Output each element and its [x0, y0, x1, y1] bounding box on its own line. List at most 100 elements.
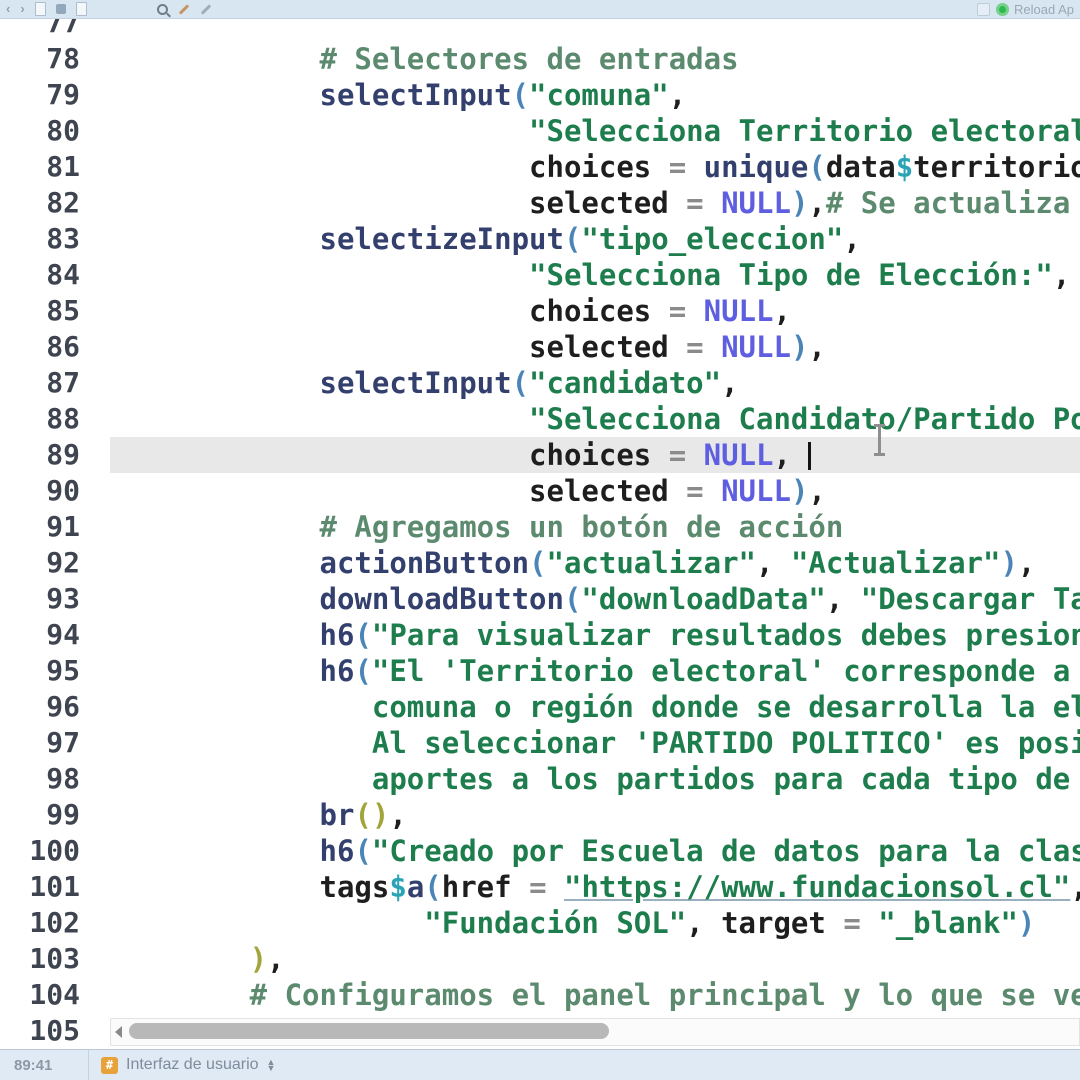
text-caret [808, 442, 811, 470]
code-line-text[interactable]: h6("Para visualizar resultados debes pre… [110, 617, 1080, 653]
code-line-text[interactable]: comuna o región donde se desarrolla la e… [110, 689, 1080, 725]
code-line-text[interactable]: br(), [110, 797, 1080, 833]
reload-app-label: Reload Ap [1014, 2, 1074, 17]
code-line-text[interactable]: choices = NULL, [110, 437, 1080, 473]
line-number: 98 [0, 761, 110, 797]
code-line[interactable]: 104 # Configuramos el panel principal y … [0, 977, 1080, 1013]
code-line-text[interactable]: # Agregamos un botón de acción [110, 509, 1080, 545]
code-line[interactable]: 87 selectInput("candidato", [0, 365, 1080, 401]
code-line-text[interactable]: selected = NULL), [110, 473, 1080, 509]
line-number: 91 [0, 509, 110, 545]
code-line-text[interactable]: selected = NULL),# Se actualiza [110, 185, 1080, 221]
line-number: 80 [0, 113, 110, 149]
code-line[interactable]: 96 comuna o región donde se desarrolla l… [0, 689, 1080, 725]
line-number: 87 [0, 365, 110, 401]
editor-statusbar: 89:41 # Interfaz de usuario ▲▼ [0, 1049, 1080, 1080]
code-line[interactable]: 78 # Selectores de entradas [0, 41, 1080, 77]
code-line[interactable]: 83 selectizeInput("tipo_eleccion", [0, 221, 1080, 257]
code-line[interactable]: 102 "Fundación SOL", target = "_blank") [0, 905, 1080, 941]
line-number: 94 [0, 617, 110, 653]
code-line[interactable]: 88 "Selecciona Candidato/Partido Polític… [0, 401, 1080, 437]
code-line-text[interactable]: selectInput("candidato", [110, 365, 1080, 401]
code-line[interactable]: 86 selected = NULL), [0, 329, 1080, 365]
section-updown-icon: ▲▼ [267, 1059, 276, 1071]
section-icon: # [101, 1057, 118, 1074]
line-number: 102 [0, 905, 110, 941]
line-number: 86 [0, 329, 110, 365]
code-line-text[interactable]: downloadButton("downloadData", "Descarga… [110, 581, 1080, 617]
code-line-text[interactable]: Al seleccionar 'PARTIDO POLITICO' es pos… [110, 725, 1080, 761]
code-line[interactable]: 101 tags$a(href = "https://www.fundacion… [0, 869, 1080, 905]
code-line-text[interactable]: "Selecciona Territorio electoral:", [110, 113, 1080, 149]
code-line-text[interactable]: # Configuramos el panel principal y lo q… [110, 977, 1080, 1013]
code-line[interactable]: 82 selected = NULL),# Se actualiza [0, 185, 1080, 221]
code-lines[interactable]: 7778 # Selectores de entradas79 selectIn… [0, 5, 1080, 1049]
code-line-text[interactable]: h6("El 'Territorio electoral' correspond… [110, 653, 1080, 689]
line-number: 79 [0, 77, 110, 113]
code-line-text[interactable]: h6("Creado por Escuela de datos para la … [110, 833, 1080, 869]
code-line-text[interactable]: selected = NULL), [110, 329, 1080, 365]
line-number: 104 [0, 977, 110, 1013]
line-number: 81 [0, 149, 110, 185]
code-line-text[interactable]: tags$a(href = "https://www.fundacionsol.… [110, 869, 1080, 905]
section-label: Interfaz de usuario [126, 1056, 259, 1074]
code-line[interactable]: 95 h6("El 'Territorio electoral' corresp… [0, 653, 1080, 689]
code-line-text[interactable]: aportes a los partidos para cada tipo de… [110, 761, 1080, 797]
mouse-ibeam-cursor [878, 424, 881, 456]
code-line-text[interactable]: selectizeInput("tipo_eleccion", [110, 221, 1080, 257]
code-line[interactable]: 92 actionButton("actualizar", "Actualiza… [0, 545, 1080, 581]
editor-toolbar: ‹ › Reload Ap [0, 0, 1080, 19]
source-on-save-icon[interactable] [76, 2, 87, 16]
reload-app-button[interactable]: Reload Ap [996, 2, 1074, 17]
forward-icon[interactable]: › [20, 2, 24, 16]
code-line[interactable]: 103 ), [0, 941, 1080, 977]
code-line[interactable]: 90 selected = NULL), [0, 473, 1080, 509]
source-editor-pane[interactable]: 7778 # Selectores de entradas79 selectIn… [0, 0, 1080, 1050]
code-line[interactable]: 93 downloadButton("downloadData", "Desca… [0, 581, 1080, 617]
run-app-icon [996, 3, 1009, 16]
code-line-text[interactable]: actionButton("actualizar", "Actualizar")… [110, 545, 1080, 581]
line-number: 88 [0, 401, 110, 437]
find-replace-icon[interactable] [157, 4, 168, 15]
line-number: 99 [0, 797, 110, 833]
code-line-text[interactable]: choices = NULL, [110, 293, 1080, 329]
code-line-text[interactable]: selectInput("comuna", [110, 77, 1080, 113]
back-icon[interactable]: ‹ [6, 2, 10, 16]
line-number: 84 [0, 257, 110, 293]
code-line[interactable]: 98 aportes a los partidos para cada tipo… [0, 761, 1080, 797]
code-line[interactable]: 84 "Selecciona Tipo de Elección:", [0, 257, 1080, 293]
code-line[interactable]: 97 Al seleccionar 'PARTIDO POLITICO' es … [0, 725, 1080, 761]
show-in-new-window-icon[interactable] [35, 2, 46, 16]
line-number: 85 [0, 293, 110, 329]
code-line[interactable]: 91 # Agregamos un botón de acción [0, 509, 1080, 545]
scroll-left-arrow-icon[interactable] [115, 1026, 122, 1038]
code-line[interactable]: 89 choices = NULL, [0, 437, 1080, 473]
line-number: 82 [0, 185, 110, 221]
section-navigator[interactable]: # Interfaz de usuario ▲▼ [101, 1056, 275, 1074]
code-line-text[interactable]: # Selectores de entradas [110, 41, 1080, 77]
code-line-text[interactable]: "Fundación SOL", target = "_blank") [110, 905, 1080, 941]
code-line-text[interactable]: ), [110, 941, 1080, 977]
code-line[interactable]: 99 br(), [0, 797, 1080, 833]
code-line[interactable]: 85 choices = NULL, [0, 293, 1080, 329]
code-line[interactable]: 80 "Selecciona Territorio electoral:", [0, 113, 1080, 149]
code-line[interactable]: 94 h6("Para visualizar resultados debes … [0, 617, 1080, 653]
publish-icon[interactable] [977, 3, 990, 16]
code-line[interactable]: 100 h6("Creado por Escuela de datos para… [0, 833, 1080, 869]
code-line-text[interactable]: "Selecciona Tipo de Elección:", [110, 257, 1080, 293]
save-icon[interactable] [56, 4, 66, 14]
line-number: 89 [0, 437, 110, 473]
statusbar-divider [88, 1050, 89, 1080]
horizontal-scrollbar[interactable] [110, 1018, 1080, 1046]
line-number: 95 [0, 653, 110, 689]
code-line-text[interactable]: "Selecciona Candidato/Partido Político:"… [110, 401, 1080, 437]
line-number: 78 [0, 41, 110, 77]
compile-report-icon[interactable] [200, 4, 211, 15]
code-line-text[interactable]: choices = unique(data$territorio), [110, 149, 1080, 185]
scrollbar-thumb[interactable] [129, 1023, 609, 1039]
line-number: 105 [0, 1013, 110, 1049]
code-line[interactable]: 81 choices = unique(data$territorio), [0, 149, 1080, 185]
code-line[interactable]: 79 selectInput("comuna", [0, 77, 1080, 113]
code-tools-wand-icon[interactable] [178, 4, 189, 15]
line-number: 90 [0, 473, 110, 509]
